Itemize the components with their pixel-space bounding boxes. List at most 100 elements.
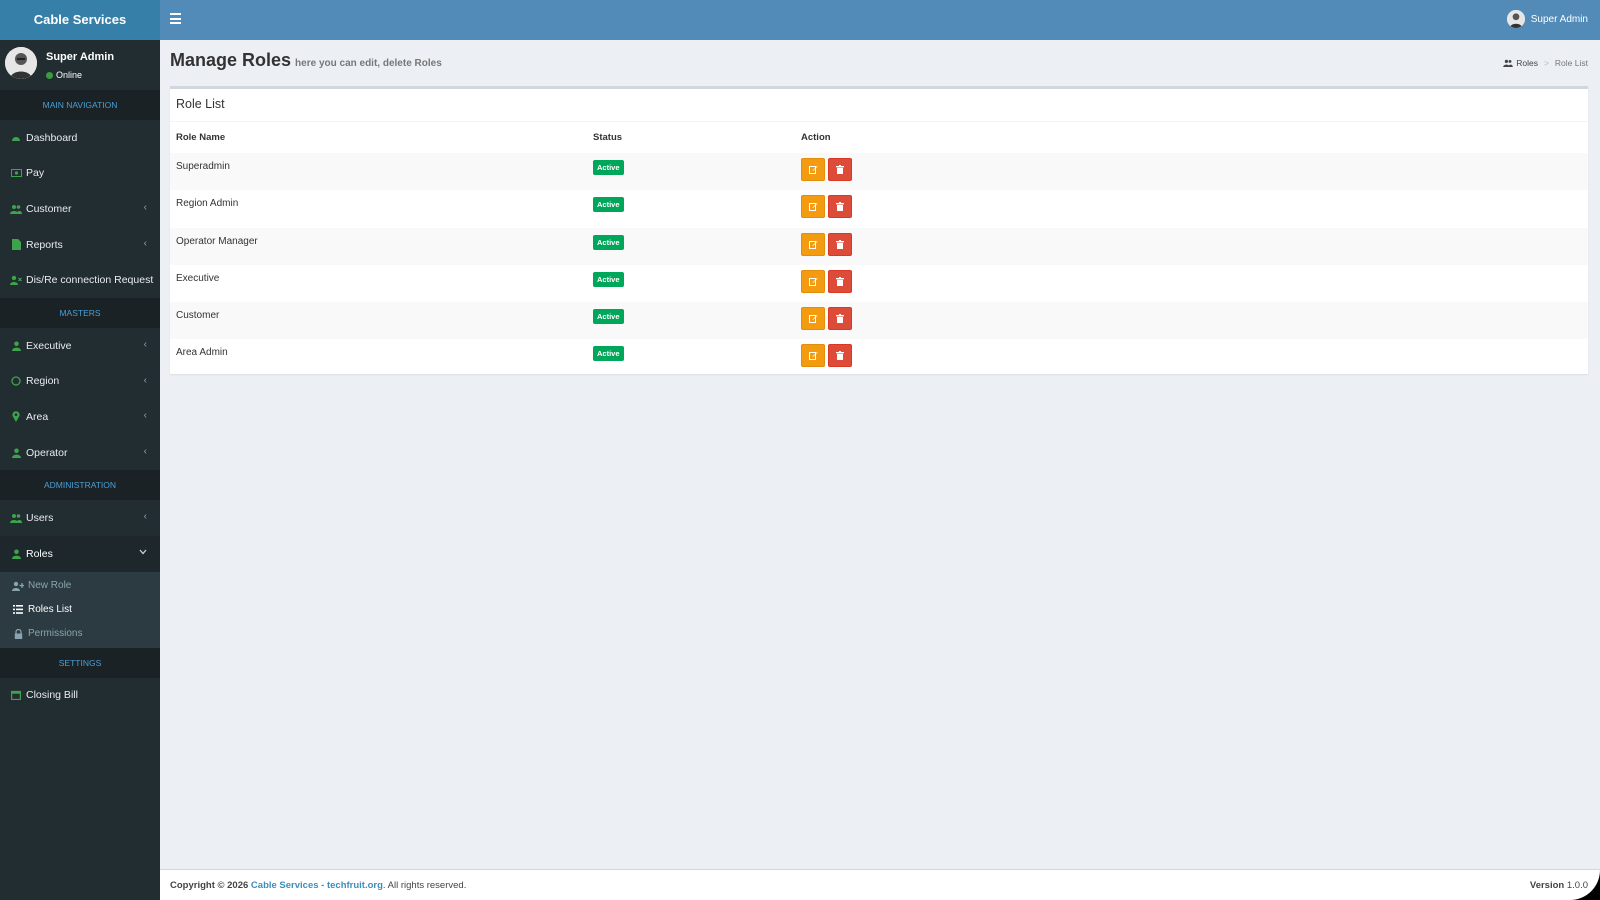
dashboard-icon bbox=[10, 132, 22, 144]
chevron-left-icon: ‹ bbox=[143, 237, 147, 249]
chevron-left-icon: ‹ bbox=[143, 511, 147, 523]
table-row: Operator Manager Active bbox=[170, 227, 1588, 265]
calendar-icon bbox=[10, 689, 22, 701]
column-header-status: Status bbox=[593, 132, 623, 143]
footer-version: Version 1.0.0 bbox=[1530, 880, 1588, 891]
sidebar-item-disre[interactable]: Dis/Re connection Request bbox=[0, 262, 160, 298]
column-header-action: Action bbox=[801, 132, 831, 143]
submenu-item-permissions[interactable]: Permissions bbox=[0, 622, 160, 646]
status-badge: Active bbox=[593, 271, 624, 287]
delete-button[interactable] bbox=[828, 232, 852, 256]
action-cell bbox=[795, 302, 1588, 339]
submenu-item-new-role[interactable]: New Role bbox=[0, 574, 160, 598]
role-name-cell: Executive bbox=[176, 272, 220, 284]
edit-button[interactable] bbox=[801, 307, 825, 331]
sidebar-item-reports[interactable]: Reports ‹ bbox=[0, 227, 160, 263]
trash-icon bbox=[836, 314, 844, 324]
sidebar-item-area[interactable]: Area ‹ bbox=[0, 399, 160, 435]
chevron-left-icon: ‹ bbox=[143, 374, 147, 386]
edit-button[interactable] bbox=[801, 158, 825, 181]
brand-logo[interactable]: Cable Services bbox=[0, 0, 160, 40]
footer: Copyright © 2026 Cable Services - techfr… bbox=[160, 869, 1600, 900]
role-name-cell: Region Admin bbox=[176, 198, 239, 210]
sidebar-item-label: Dashboard bbox=[26, 131, 78, 144]
list-icon bbox=[12, 605, 24, 614]
app-window: Cable Services Super Admin Online MAIN N… bbox=[0, 0, 1600, 900]
breadcrumb-users-icon bbox=[1503, 59, 1514, 67]
table-row: Region Admin Active bbox=[170, 190, 1588, 227]
breadcrumb: Roles > Role List bbox=[1503, 58, 1588, 68]
edit-button[interactable] bbox=[801, 195, 825, 219]
delete-button[interactable] bbox=[828, 269, 852, 293]
status-cell: Active bbox=[587, 153, 795, 190]
breadcrumb-current: Role List bbox=[1554, 58, 1588, 68]
table-row: Executive Active bbox=[170, 265, 1588, 302]
footer-link[interactable]: Cable Services - techfruit.org bbox=[251, 880, 383, 891]
user-status: Online bbox=[46, 70, 82, 80]
page-title-text: Manage Roles bbox=[170, 50, 292, 70]
submenu-item-label: Roles List bbox=[28, 604, 72, 616]
table-row: Customer Active bbox=[170, 302, 1588, 340]
nav-header-admin: ADMINISTRATION bbox=[0, 470, 160, 501]
role-name-cell: Operator Manager bbox=[176, 235, 258, 247]
sidebar-item-pay[interactable]: Pay bbox=[0, 156, 160, 192]
trash-icon bbox=[836, 239, 844, 249]
status-cell: Active bbox=[587, 339, 795, 376]
chevron-left-icon: ‹ bbox=[143, 338, 147, 350]
status-badge: Active bbox=[593, 346, 624, 362]
edit-button[interactable] bbox=[801, 269, 825, 293]
sidebar-item-executive[interactable]: Executive ‹ bbox=[0, 328, 160, 364]
action-cell bbox=[795, 153, 1588, 190]
edit-icon bbox=[809, 277, 818, 286]
delete-button[interactable] bbox=[828, 158, 852, 181]
map-marker-icon bbox=[10, 411, 22, 423]
user-icon bbox=[10, 447, 22, 459]
delete-button[interactable] bbox=[828, 307, 852, 331]
trash-icon bbox=[836, 276, 844, 286]
online-dot-icon bbox=[46, 72, 53, 79]
sidebar-item-operator[interactable]: Operator ‹ bbox=[0, 435, 160, 471]
status-cell: Active bbox=[587, 228, 795, 265]
user-panel: Super Admin Online bbox=[0, 40, 160, 90]
user-avatar-small bbox=[1506, 10, 1525, 28]
sidebar-item-label: Operator bbox=[26, 446, 68, 459]
sidebar-toggle-icon[interactable] bbox=[170, 13, 181, 27]
copyright-text: Copyright © 2026 bbox=[170, 880, 249, 891]
nav-header-main: MAIN NAVIGATION bbox=[0, 90, 160, 120]
roles-submenu: New Role Roles List Permissions bbox=[0, 571, 160, 648]
submenu-item-roles-list[interactable]: Roles List bbox=[0, 598, 160, 622]
sidebar-item-label: Customer bbox=[26, 202, 72, 215]
user-menu[interactable]: Super Admin bbox=[1506, 10, 1588, 28]
content-area: Manage Roles here you can edit, delete Ro… bbox=[160, 40, 1600, 869]
status-cell: Active bbox=[587, 302, 795, 339]
nav-header-settings: SETTINGS bbox=[0, 647, 160, 678]
breadcrumb-separator: > bbox=[1543, 58, 1549, 68]
header-user-name: Super Admin bbox=[1530, 13, 1588, 25]
edit-icon bbox=[809, 166, 818, 174]
user-name: Super Admin bbox=[46, 51, 115, 63]
edit-button[interactable] bbox=[801, 344, 825, 368]
sidebar-item-dashboard[interactable]: Dashboard bbox=[0, 120, 160, 156]
version-number: 1.0.0 bbox=[1566, 880, 1588, 891]
circle-icon bbox=[10, 375, 22, 387]
sidebar: Cable Services Super Admin Online MAIN N… bbox=[0, 0, 160, 900]
footer-copyright: Copyright © 2026 Cable Services - techfr… bbox=[170, 880, 466, 891]
role-list-box: Role List Role Name Status Action Supera… bbox=[170, 86, 1588, 374]
sidebar-item-region[interactable]: Region ‹ bbox=[0, 364, 160, 400]
sidebar-item-closing-bill[interactable]: Closing Bill bbox=[0, 678, 160, 714]
edit-icon bbox=[809, 315, 818, 324]
trash-icon bbox=[836, 351, 844, 361]
sidebar-item-roles[interactable]: Roles bbox=[0, 535, 160, 572]
sidebar-item-label: Executive bbox=[26, 339, 72, 352]
sidebar-item-users[interactable]: Users ‹ bbox=[0, 500, 160, 536]
sidebar-item-customer[interactable]: Customer ‹ bbox=[0, 191, 160, 227]
edit-button[interactable] bbox=[801, 232, 825, 256]
delete-button[interactable] bbox=[828, 195, 852, 219]
breadcrumb-roles-link[interactable]: Roles bbox=[1516, 58, 1538, 68]
status-cell: Active bbox=[587, 265, 795, 302]
trash-icon bbox=[836, 202, 844, 212]
lock-icon bbox=[12, 628, 24, 639]
action-cell bbox=[795, 228, 1588, 265]
delete-button[interactable] bbox=[828, 344, 852, 368]
user-lock-icon bbox=[10, 548, 22, 560]
